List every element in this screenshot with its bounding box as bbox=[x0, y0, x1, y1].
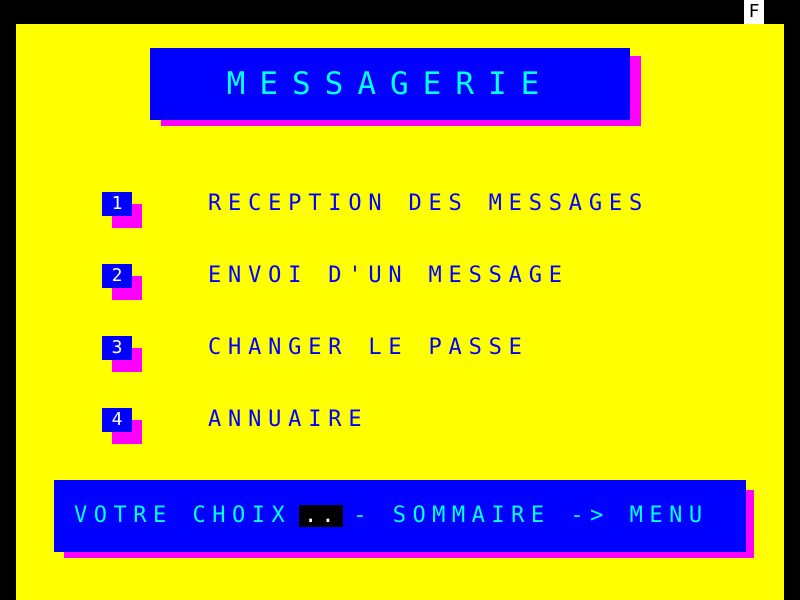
menu-number-4[interactable]: 4 bbox=[102, 408, 132, 432]
sommaire-hint: - SOMMAIRE -> MENU bbox=[353, 503, 709, 528]
menu-number-2[interactable]: 2 bbox=[102, 264, 132, 288]
menu-label-changer-passe[interactable]: CHANGER LE PASSE bbox=[208, 336, 529, 360]
menu-label-annuaire[interactable]: ANNUAIRE bbox=[208, 408, 368, 432]
menu-number-3[interactable]: 3 bbox=[102, 336, 132, 360]
minitel-screen: MESSAGERIE 1 RECEPTION DES MESSAGES 2 EN… bbox=[16, 24, 784, 600]
menu-number-1[interactable]: 1 bbox=[102, 192, 132, 216]
menu-item-envoi[interactable]: 2 ENVOI D'UN MESSAGE bbox=[102, 264, 722, 300]
choice-prompt-label: VOTRE CHOIX bbox=[74, 503, 292, 528]
footer-line: VOTRE CHOIX.. - SOMMAIRE -> MENU bbox=[74, 504, 709, 528]
menu-item-annuaire[interactable]: 4 ANNUAIRE bbox=[102, 408, 722, 444]
choice-input[interactable]: .. bbox=[299, 505, 344, 527]
menu-item-changer-passe[interactable]: 3 CHANGER LE PASSE bbox=[102, 336, 722, 372]
menu-label-envoi[interactable]: ENVOI D'UN MESSAGE bbox=[208, 264, 569, 288]
page-title: MESSAGERIE bbox=[150, 48, 630, 120]
status-bar: F bbox=[0, 0, 800, 24]
status-indicator: F bbox=[744, 0, 764, 24]
choice-prompt-bar: VOTRE CHOIX.. - SOMMAIRE -> MENU bbox=[54, 480, 746, 552]
menu-item-reception[interactable]: 1 RECEPTION DES MESSAGES bbox=[102, 192, 722, 228]
menu-label-reception[interactable]: RECEPTION DES MESSAGES bbox=[208, 192, 649, 216]
